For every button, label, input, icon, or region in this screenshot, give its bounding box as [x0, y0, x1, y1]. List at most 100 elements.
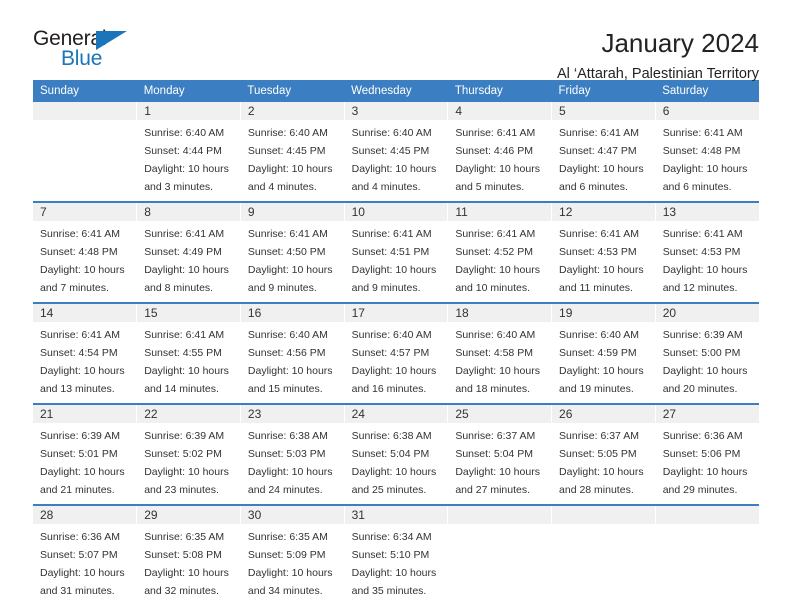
day-cell-empty — [33, 120, 138, 201]
day-number[interactable]: 23 — [240, 405, 345, 423]
day-number[interactable]: 17 — [344, 304, 449, 322]
day-number[interactable]: 11 — [447, 203, 553, 221]
sun-times-text: Sunrise: 6:41 AM Sunset: 4:53 PM Dayligh… — [559, 228, 644, 294]
day-number[interactable]: 25 — [447, 405, 553, 423]
day-cell[interactable]: Sunrise: 6:41 AM Sunset: 4:53 PM Dayligh… — [655, 221, 759, 302]
day-cell[interactable]: Sunrise: 6:36 AM Sunset: 5:06 PM Dayligh… — [655, 423, 759, 504]
sun-times-text: Sunrise: 6:41 AM Sunset: 4:54 PM Dayligh… — [40, 329, 125, 395]
page-subtitle: Al ‘Attarah, Palestinian Territory — [556, 66, 759, 82]
day-number[interactable]: 1 — [136, 102, 241, 120]
day-cell[interactable]: Sunrise: 6:41 AM Sunset: 4:53 PM Dayligh… — [551, 221, 656, 302]
day-number[interactable]: 14 — [33, 304, 138, 322]
page-header: General Blue January 2024 Al ‘Attarah, P… — [33, 0, 759, 83]
day-cell[interactable]: Sunrise: 6:40 AM Sunset: 4:45 PM Dayligh… — [240, 120, 345, 201]
sun-times-text: Sunrise: 6:40 AM Sunset: 4:57 PM Dayligh… — [351, 329, 437, 395]
day-cell-empty — [551, 524, 656, 605]
day-number[interactable]: 29 — [136, 506, 241, 524]
day-cell-empty — [447, 524, 553, 605]
day-number[interactable]: 7 — [33, 203, 138, 221]
sun-times-text: Sunrise: 6:38 AM Sunset: 5:04 PM Dayligh… — [351, 430, 437, 496]
day-number[interactable]: 3 — [344, 102, 449, 120]
sun-times-text: Sunrise: 6:38 AM Sunset: 5:03 PM Dayligh… — [247, 430, 333, 496]
day-cell[interactable]: Sunrise: 6:41 AM Sunset: 4:46 PM Dayligh… — [447, 120, 553, 201]
sun-times-text: Sunrise: 6:40 AM Sunset: 4:56 PM Dayligh… — [247, 329, 333, 395]
day-number[interactable]: 20 — [655, 304, 759, 322]
day-cell[interactable]: Sunrise: 6:40 AM Sunset: 4:44 PM Dayligh… — [136, 120, 241, 201]
day-number[interactable]: 15 — [136, 304, 241, 322]
day-number[interactable]: 6 — [655, 102, 759, 120]
day-cell[interactable]: Sunrise: 6:40 AM Sunset: 4:45 PM Dayligh… — [344, 120, 449, 201]
sun-times-text: Sunrise: 6:40 AM Sunset: 4:45 PM Dayligh… — [247, 127, 333, 193]
day-cell[interactable]: Sunrise: 6:37 AM Sunset: 5:04 PM Dayligh… — [447, 423, 553, 504]
day-number[interactable]: 22 — [136, 405, 241, 423]
sun-times-text: Sunrise: 6:39 AM Sunset: 5:01 PM Dayligh… — [40, 430, 125, 496]
day-cell[interactable]: Sunrise: 6:35 AM Sunset: 5:09 PM Dayligh… — [240, 524, 345, 605]
day-cell[interactable]: Sunrise: 6:40 AM Sunset: 4:57 PM Dayligh… — [344, 322, 449, 403]
day-cell[interactable]: Sunrise: 6:39 AM Sunset: 5:00 PM Dayligh… — [655, 322, 759, 403]
day-cell-empty — [655, 524, 759, 605]
sun-times-text: Sunrise: 6:35 AM Sunset: 5:09 PM Dayligh… — [247, 531, 333, 597]
day-number-row: 21 22 23 24 25 26 27 — [33, 405, 759, 423]
day-number[interactable]: 2 — [240, 102, 345, 120]
sun-times-text: Sunrise: 6:41 AM Sunset: 4:51 PM Dayligh… — [351, 228, 437, 294]
day-cell[interactable]: Sunrise: 6:35 AM Sunset: 5:08 PM Dayligh… — [136, 524, 241, 605]
day-number[interactable]: 24 — [344, 405, 449, 423]
day-cell[interactable]: Sunrise: 6:34 AM Sunset: 5:10 PM Dayligh… — [344, 524, 449, 605]
generalblue-logo: General Blue — [33, 28, 163, 74]
day-cell[interactable]: Sunrise: 6:41 AM Sunset: 4:48 PM Dayligh… — [33, 221, 138, 302]
day-detail-row: Sunrise: 6:39 AM Sunset: 5:01 PM Dayligh… — [33, 423, 759, 504]
day-number[interactable]: 4 — [447, 102, 553, 120]
day-cell[interactable]: Sunrise: 6:41 AM Sunset: 4:55 PM Dayligh… — [136, 322, 241, 403]
day-cell[interactable]: Sunrise: 6:38 AM Sunset: 5:04 PM Dayligh… — [344, 423, 449, 504]
day-number[interactable]: 8 — [136, 203, 241, 221]
sun-times-text: Sunrise: 6:41 AM Sunset: 4:46 PM Dayligh… — [455, 127, 540, 193]
day-cell[interactable]: Sunrise: 6:41 AM Sunset: 4:54 PM Dayligh… — [33, 322, 138, 403]
day-cell[interactable]: Sunrise: 6:41 AM Sunset: 4:47 PM Dayligh… — [551, 120, 656, 201]
sun-times-text: Sunrise: 6:34 AM Sunset: 5:10 PM Dayligh… — [351, 531, 437, 597]
day-number[interactable]: 30 — [240, 506, 345, 524]
day-cell[interactable]: Sunrise: 6:38 AM Sunset: 5:03 PM Dayligh… — [240, 423, 345, 504]
day-number[interactable]: 16 — [240, 304, 345, 322]
day-number[interactable]: 13 — [655, 203, 759, 221]
sun-times-text: Sunrise: 6:40 AM Sunset: 4:44 PM Dayligh… — [144, 127, 229, 193]
day-detail-row: Sunrise: 6:41 AM Sunset: 4:48 PM Dayligh… — [33, 221, 759, 302]
day-cell[interactable]: Sunrise: 6:37 AM Sunset: 5:05 PM Dayligh… — [551, 423, 656, 504]
day-number-empty — [655, 506, 759, 524]
day-number[interactable]: 10 — [344, 203, 449, 221]
sun-times-text: Sunrise: 6:37 AM Sunset: 5:04 PM Dayligh… — [455, 430, 540, 496]
day-cell[interactable]: Sunrise: 6:41 AM Sunset: 4:48 PM Dayligh… — [655, 120, 759, 201]
day-cell[interactable]: Sunrise: 6:36 AM Sunset: 5:07 PM Dayligh… — [33, 524, 138, 605]
day-cell[interactable]: Sunrise: 6:41 AM Sunset: 4:50 PM Dayligh… — [240, 221, 345, 302]
sun-times-text: Sunrise: 6:39 AM Sunset: 5:02 PM Dayligh… — [144, 430, 229, 496]
sun-times-text: Sunrise: 6:40 AM Sunset: 4:59 PM Dayligh… — [559, 329, 644, 395]
sun-times-text: Sunrise: 6:41 AM Sunset: 4:49 PM Dayligh… — [144, 228, 229, 294]
sun-times-text: Sunrise: 6:41 AM Sunset: 4:53 PM Dayligh… — [662, 228, 748, 294]
day-number[interactable]: 28 — [33, 506, 138, 524]
day-cell[interactable]: Sunrise: 6:41 AM Sunset: 4:49 PM Dayligh… — [136, 221, 241, 302]
day-number[interactable]: 5 — [551, 102, 656, 120]
day-number[interactable]: 18 — [447, 304, 553, 322]
sun-times-text: Sunrise: 6:36 AM Sunset: 5:06 PM Dayligh… — [662, 430, 748, 496]
day-number[interactable]: 26 — [551, 405, 656, 423]
day-number[interactable]: 27 — [655, 405, 759, 423]
day-number[interactable]: 31 — [344, 506, 449, 524]
day-number[interactable]: 19 — [551, 304, 656, 322]
day-number[interactable]: 21 — [33, 405, 138, 423]
day-cell[interactable]: Sunrise: 6:39 AM Sunset: 5:01 PM Dayligh… — [33, 423, 138, 504]
day-number[interactable]: 9 — [240, 203, 345, 221]
day-cell[interactable]: Sunrise: 6:40 AM Sunset: 4:59 PM Dayligh… — [551, 322, 656, 403]
sun-times-text: Sunrise: 6:40 AM Sunset: 4:45 PM Dayligh… — [351, 127, 437, 193]
day-cell[interactable]: Sunrise: 6:40 AM Sunset: 4:56 PM Dayligh… — [240, 322, 345, 403]
sun-times-text: Sunrise: 6:41 AM Sunset: 4:52 PM Dayligh… — [455, 228, 540, 294]
day-number[interactable]: 12 — [551, 203, 656, 221]
calendar-page: General Blue January 2024 Al ‘Attarah, P… — [0, 0, 792, 612]
day-cell[interactable]: Sunrise: 6:39 AM Sunset: 5:02 PM Dayligh… — [136, 423, 241, 504]
weekday-header-sunday: Sunday — [33, 80, 137, 102]
sun-times-text: Sunrise: 6:37 AM Sunset: 5:05 PM Dayligh… — [559, 430, 644, 496]
sun-times-text: Sunrise: 6:41 AM Sunset: 4:48 PM Dayligh… — [662, 127, 748, 193]
day-cell[interactable]: Sunrise: 6:40 AM Sunset: 4:58 PM Dayligh… — [447, 322, 553, 403]
sun-times-text: Sunrise: 6:39 AM Sunset: 5:00 PM Dayligh… — [662, 329, 748, 395]
title-block: January 2024 Al ‘Attarah, Palestinian Te… — [163, 28, 759, 84]
day-cell[interactable]: Sunrise: 6:41 AM Sunset: 4:52 PM Dayligh… — [447, 221, 553, 302]
day-cell[interactable]: Sunrise: 6:41 AM Sunset: 4:51 PM Dayligh… — [344, 221, 449, 302]
